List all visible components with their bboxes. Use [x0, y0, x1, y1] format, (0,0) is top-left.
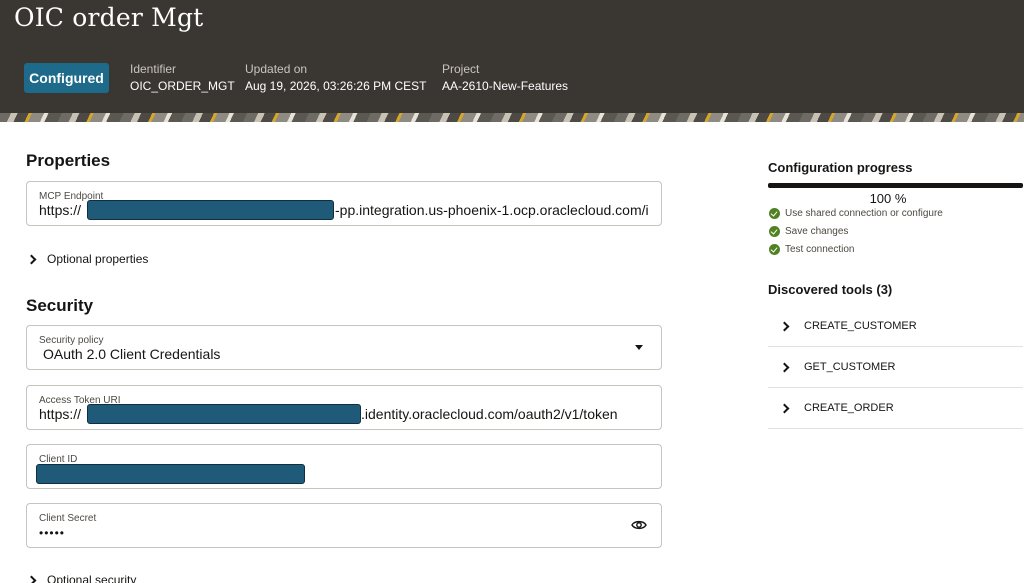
properties-heading: Properties	[26, 151, 111, 170]
progress-bar-fill	[768, 183, 1023, 188]
client-secret-value: •••••	[39, 526, 66, 540]
progress-step-label: Save changes	[785, 226, 849, 237]
tool-item-label: CREATE_CUSTOMER	[804, 320, 917, 332]
security-policy-select[interactable]: Security policy OAuth 2.0 Client Credent…	[26, 325, 662, 370]
project-label: Project	[442, 62, 480, 76]
access-token-uri-prefix: https://	[39, 406, 82, 422]
client-secret-field[interactable]: Client Secret •••••	[26, 503, 662, 548]
progress-step: Test connection	[769, 244, 855, 255]
status-badge: Configured	[24, 63, 109, 93]
tool-item-label: CREATE_ORDER	[804, 402, 894, 414]
security-heading: Security	[26, 296, 94, 315]
redaction-mask	[36, 464, 305, 484]
header-banner-strip	[0, 113, 1024, 122]
tool-item-label: GET_CUSTOMER	[804, 361, 896, 373]
progress-step: Save changes	[769, 226, 848, 237]
identifier-label: Identifier	[130, 62, 177, 76]
tool-item-create-customer[interactable]: CREATE_CUSTOMER	[768, 306, 1023, 347]
identifier-meta: Identifier OIC_ORDER_MGT	[130, 62, 235, 93]
caret-down-icon[interactable]	[635, 345, 643, 350]
chevron-right-icon	[26, 575, 37, 583]
configuration-progress-heading: Configuration progress	[768, 160, 913, 175]
tool-item-create-order[interactable]: CREATE_ORDER	[768, 388, 1023, 429]
page-header: OIC order Mgt Configured Identifier OIC_…	[0, 0, 1024, 122]
updated-meta: Updated on Aug 19, 2026, 03:26:26 PM CES…	[245, 62, 426, 93]
access-token-uri-field[interactable]: Access Token URI https:// .identity.orac…	[26, 385, 662, 430]
tool-item-get-customer[interactable]: GET_CUSTOMER	[768, 347, 1023, 388]
security-policy-label: Security policy	[39, 335, 104, 346]
progress-bar	[768, 183, 1023, 188]
client-id-field[interactable]: Client ID	[26, 444, 662, 489]
page-title: OIC order Mgt	[14, 3, 204, 32]
progress-step: Use shared connection or configure	[769, 208, 943, 219]
identifier-value: OIC_ORDER_MGT	[130, 79, 235, 93]
chevron-right-icon	[26, 254, 37, 264]
chevron-right-icon	[779, 362, 790, 372]
access-token-uri-suffix: .identity.oraclecloud.com/oauth2/v1/toke…	[361, 406, 618, 422]
optional-security-label: Optional security	[47, 573, 137, 583]
chevron-right-icon	[779, 321, 790, 331]
check-circle-icon	[769, 208, 780, 219]
mcp-endpoint-prefix: https://	[39, 202, 82, 218]
redaction-mask	[87, 200, 334, 220]
progress-step-label: Use shared connection or configure	[785, 208, 943, 219]
updated-label: Updated on	[245, 62, 308, 76]
project-value: AA-2610-New-Features	[442, 79, 569, 93]
discovered-tools-heading: Discovered tools (3)	[768, 282, 893, 297]
mcp-endpoint-field[interactable]: MCP Endpoint https:// -pp.integration.us…	[26, 181, 662, 226]
client-secret-label: Client Secret	[39, 513, 97, 524]
check-circle-icon	[769, 244, 780, 255]
eye-icon[interactable]	[631, 519, 647, 531]
mcp-endpoint-suffix: -pp.integration.us-phoenix-1.ocp.oraclec…	[335, 202, 649, 218]
optional-properties-toggle[interactable]: Optional properties	[26, 252, 149, 266]
optional-security-toggle[interactable]: Optional security	[26, 573, 137, 583]
project-meta: Project AA-2610-New-Features	[442, 62, 568, 93]
updated-value: Aug 19, 2026, 03:26:26 PM CEST	[245, 79, 427, 93]
check-circle-icon	[769, 226, 780, 237]
progress-percent: 100 %	[869, 191, 907, 206]
redaction-mask	[87, 404, 361, 424]
security-policy-value: OAuth 2.0 Client Credentials	[43, 346, 221, 362]
optional-properties-label: Optional properties	[47, 252, 149, 266]
chevron-right-icon	[779, 403, 790, 413]
progress-step-label: Test connection	[785, 244, 855, 255]
